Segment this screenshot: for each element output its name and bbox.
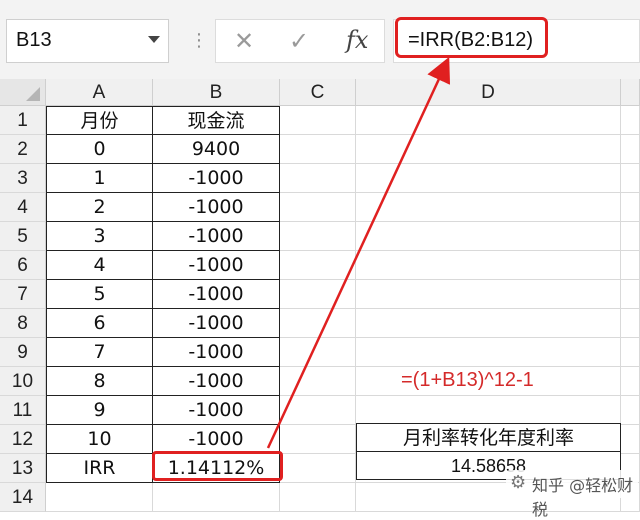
watermark-text: 知乎 @轻松财税 [532,476,634,519]
watermark-logo-icon: ⚙ [510,472,527,493]
annual-rate-formula-note: =(1+B13)^12-1 [401,369,534,391]
annual-rate-title: 月利率转化年度利率 [356,423,621,452]
